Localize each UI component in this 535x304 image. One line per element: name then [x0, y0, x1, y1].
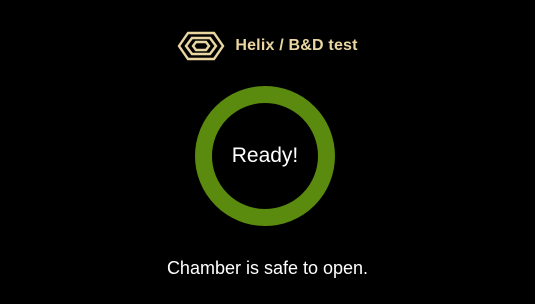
hexagon-rings-logo-icon	[177, 31, 225, 61]
program-title: Helix / B&D test	[235, 37, 358, 54]
status-screen: Helix / B&D test Ready! Chamber is safe …	[0, 0, 535, 304]
ring-status-label: Ready!	[231, 144, 299, 167]
ready-status-ring: Ready!	[195, 86, 335, 226]
header: Helix / B&D test	[0, 26, 535, 66]
status-message: Chamber is safe to open.	[166, 258, 369, 278]
